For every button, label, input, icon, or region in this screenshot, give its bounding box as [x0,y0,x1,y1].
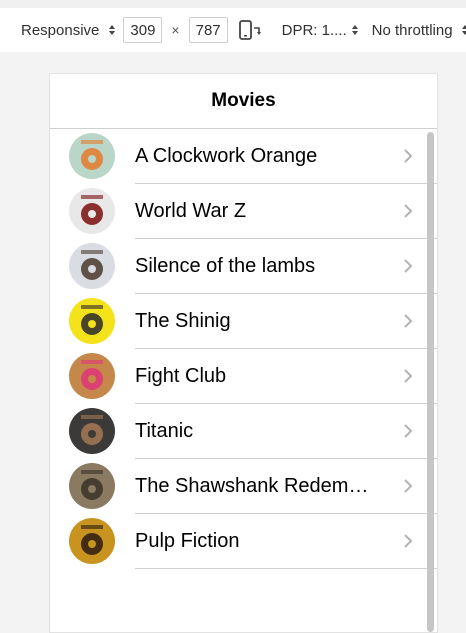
chevron-right-icon [403,424,413,438]
updown-arrows-icon [461,25,466,35]
dimension-separator: × [171,22,180,38]
movie-row[interactable]: World War Z [50,184,437,239]
device-frame: Movies A Clockwork Orange World War Z Sile… [49,73,438,633]
the-shining-poster-icon [69,298,115,344]
throttling-select-label: No throttling [371,21,453,39]
movie-row[interactable]: Titanic [50,404,437,459]
movie-row[interactable]: Fight Club [50,349,437,404]
movie-row[interactable]: Silence of the lambs [50,239,437,294]
dpr-select-label: DPR: 1.... [281,21,347,39]
width-input[interactable]: 309 [123,17,163,43]
titanic-poster-icon [69,408,115,454]
movie-row[interactable]: The Shawshank Redem… [50,459,437,514]
movie-row-content: The Shawshank Redem… [135,459,437,514]
movie-row-content: A Clockwork Orange [135,129,437,184]
device-select[interactable]: Responsive [0,8,116,52]
device-select-label: Responsive [21,21,100,39]
movie-row-content: Fight Club [135,349,437,404]
fight-club-poster-icon [69,353,115,399]
rotate-device-icon[interactable] [238,18,262,42]
movie-row-content: The Shinig [135,294,437,349]
dpr-select[interactable]: DPR: 1.... [274,8,358,52]
movie-row-content: Titanic [135,404,437,459]
chevron-right-icon [403,369,413,383]
silence-of-the-lambs-poster-icon [69,243,115,289]
movie-row-content: World War Z [135,184,437,239]
throttling-select[interactable]: No throttling [364,8,466,52]
movie-title: A Clockwork Orange [135,144,318,167]
movie-row-content: Silence of the lambs [135,239,437,294]
movie-row[interactable]: The Shinig [50,294,437,349]
clockwork-orange-poster-icon [69,133,115,179]
world-war-z-poster-icon [69,188,115,234]
scrollbar[interactable] [427,132,434,632]
movie-title: Pulp Fiction [135,529,240,552]
devtools-device-toolbar: Responsive 309 × 787 DPR: 1.... No throt… [0,0,466,52]
movie-title: World War Z [135,199,247,222]
viewport-stage: Movies A Clockwork Orange World War Z Sile… [0,52,466,633]
movie-title: Titanic [135,419,194,442]
updown-arrows-icon [109,25,116,35]
height-input[interactable]: 787 [188,17,228,43]
movie-row[interactable]: Pulp Fiction [50,514,437,569]
movie-title: Silence of the lambs [135,254,316,277]
movie-row-content: Pulp Fiction [135,514,437,569]
movie-title: Fight Club [135,364,227,387]
chevron-right-icon [403,149,413,163]
chevron-right-icon [403,534,413,548]
chevron-right-icon [403,259,413,273]
movie-row[interactable]: A Clockwork Orange [50,129,437,184]
chevron-right-icon [403,314,413,328]
movie-title: The Shawshank Redem… [135,474,369,497]
pulp-fiction-poster-icon [69,518,115,564]
page-title: Movies [50,74,437,129]
shawshank-redemption-poster-icon [69,463,115,509]
chevron-right-icon [403,479,413,493]
updown-arrows-icon [351,25,358,35]
movie-title: The Shinig [135,309,231,332]
chevron-right-icon [403,204,413,218]
movie-list: A Clockwork Orange World War Z Silence of … [50,129,437,569]
